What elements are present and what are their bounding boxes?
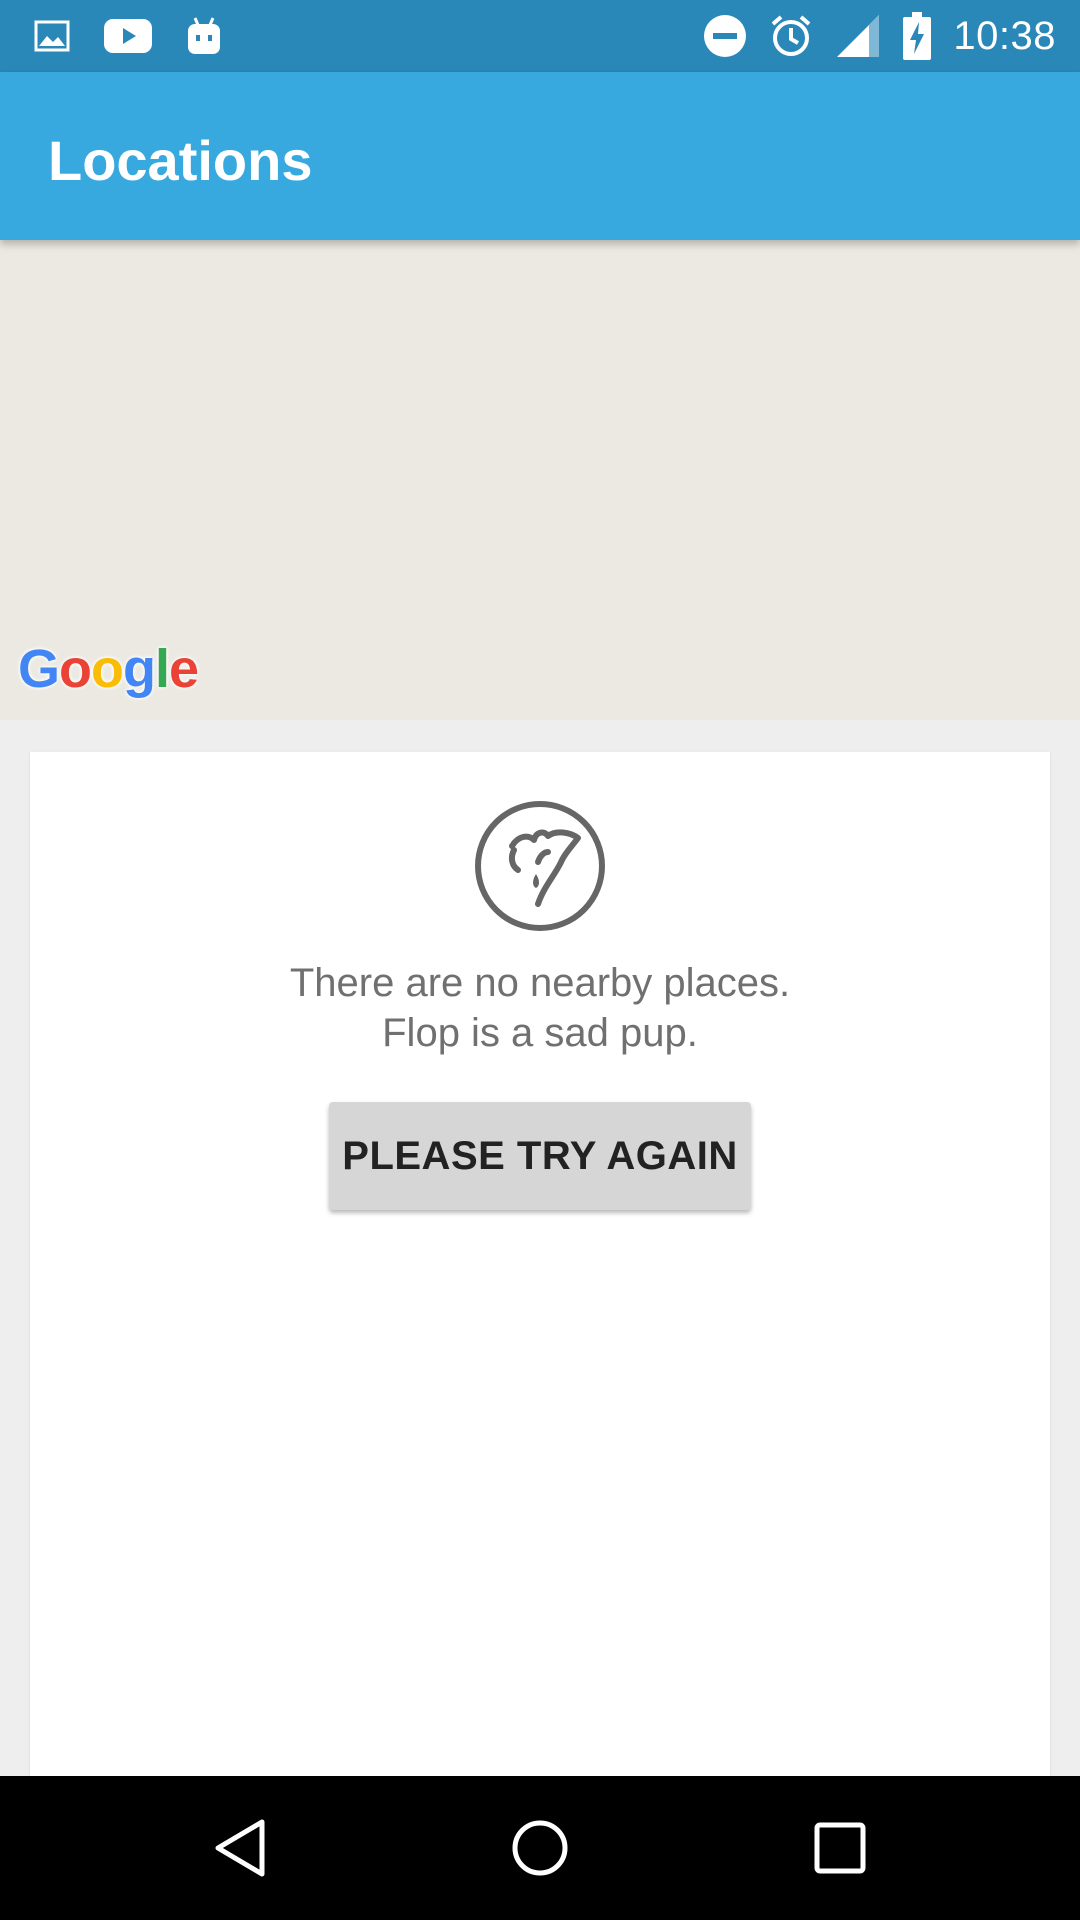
page-title: Locations — [48, 129, 313, 192]
recents-button[interactable] — [804, 1812, 876, 1884]
map-view[interactable]: Google — [0, 240, 1080, 720]
battery-charging-icon — [903, 12, 932, 60]
navigation-bar — [0, 1776, 1080, 1920]
google-logo-letter: g — [123, 639, 156, 699]
google-logo-letter: e — [169, 639, 199, 699]
alarm-icon — [769, 14, 813, 58]
empty-state-line-1: There are no nearby places. — [289, 961, 791, 1005]
recents-icon — [814, 1822, 866, 1874]
google-logo-letter: o — [59, 639, 92, 699]
google-logo: Google — [18, 638, 199, 700]
android-icon — [186, 16, 222, 56]
google-logo-letter: o — [91, 639, 124, 699]
status-bar: 10:38 — [0, 0, 1080, 72]
google-logo-letter: G — [18, 639, 60, 699]
back-button[interactable] — [204, 1812, 276, 1884]
empty-state-line-2: Flop is a sad pup. — [382, 1011, 698, 1055]
home-button[interactable] — [504, 1812, 576, 1884]
sad-pup-icon — [475, 801, 605, 931]
back-icon — [215, 1819, 265, 1877]
youtube-icon — [104, 19, 152, 53]
screen: 10:38 Locations Google There are no near… — [0, 0, 1080, 1920]
app-bar: Locations — [0, 72, 1080, 240]
google-logo-letter: l — [155, 639, 170, 699]
home-icon — [512, 1820, 568, 1876]
gallery-icon — [34, 20, 70, 52]
empty-state-card: There are no nearby places. Flop is a sa… — [30, 752, 1050, 1776]
empty-state-message: There are no nearby places. Flop is a sa… — [30, 958, 1050, 1058]
retry-button[interactable]: PLEASE TRY AGAIN — [329, 1102, 751, 1210]
signal-icon — [835, 13, 881, 59]
do-not-disturb-icon — [703, 14, 747, 58]
status-time: 10:38 — [953, 13, 1056, 58]
